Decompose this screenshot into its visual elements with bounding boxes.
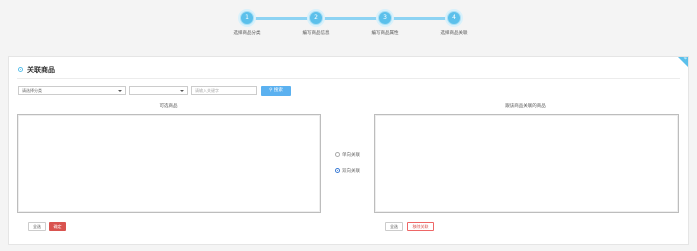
chevron-down-icon — [118, 90, 122, 92]
search-button-label: 搜索 — [273, 88, 283, 93]
section-bullet-icon — [18, 67, 23, 72]
section-title: 关联商品 — [27, 66, 55, 74]
search-icon: ⚲ — [269, 88, 273, 93]
corner-badge-text: tip — [683, 57, 687, 60]
section-divider — [17, 78, 680, 79]
relation-option-twoway[interactable]: 双向关联 — [335, 168, 360, 174]
step-3-circle: 3 — [378, 11, 392, 25]
linked-products-title: 跟该商品关联的商品 — [505, 104, 546, 109]
linked-products-list[interactable] — [374, 114, 679, 213]
category-select[interactable]: 请选择分类 — [18, 86, 126, 95]
step-connector — [246, 17, 454, 20]
step-2-label: 编写商品信息 — [302, 31, 330, 36]
step-number: 4 — [452, 14, 456, 21]
available-products-title: 可选商品 — [159, 104, 178, 109]
subcategory-select[interactable] — [129, 86, 188, 95]
relation-option-label: 双向关联 — [342, 169, 360, 174]
search-button[interactable]: ⚲ 搜索 — [261, 86, 291, 96]
relation-option-oneway[interactable]: 单向关联 — [335, 152, 360, 158]
confirm-button[interactable]: 确定 — [49, 222, 66, 231]
relation-option-label: 单向关联 — [342, 153, 360, 158]
category-select-value: 请选择分类 — [22, 88, 42, 93]
select-all-right-button[interactable]: 全选 — [385, 222, 403, 231]
step-2-circle: 2 — [309, 11, 323, 25]
step-3-label: 编写商品属性 — [371, 31, 399, 36]
step-number: 2 — [314, 14, 318, 21]
radio-unchecked-icon[interactable] — [335, 152, 340, 157]
step-4-circle: 4 — [447, 11, 461, 25]
step-1-circle: 1 — [240, 11, 254, 25]
available-products-list[interactable] — [17, 114, 321, 213]
radio-checked-icon[interactable] — [335, 168, 340, 173]
chevron-down-icon — [180, 90, 184, 92]
step-number: 1 — [245, 14, 249, 21]
select-all-left-button[interactable]: 全选 — [28, 222, 46, 231]
step-4-label: 选择商品关联 — [440, 31, 468, 36]
remove-relation-button[interactable]: 移除关联 — [407, 222, 434, 231]
related-products-panel: tip 关联商品 请选择分类 请输入关键字 ⚲ 搜索 可选商品 跟该商品关联的商… — [8, 56, 689, 245]
keyword-placeholder: 请输入关键字 — [195, 88, 219, 93]
step-number: 3 — [383, 14, 387, 21]
keyword-input[interactable]: 请输入关键字 — [191, 86, 257, 95]
step-1-label: 选择商品分类 — [233, 31, 261, 36]
